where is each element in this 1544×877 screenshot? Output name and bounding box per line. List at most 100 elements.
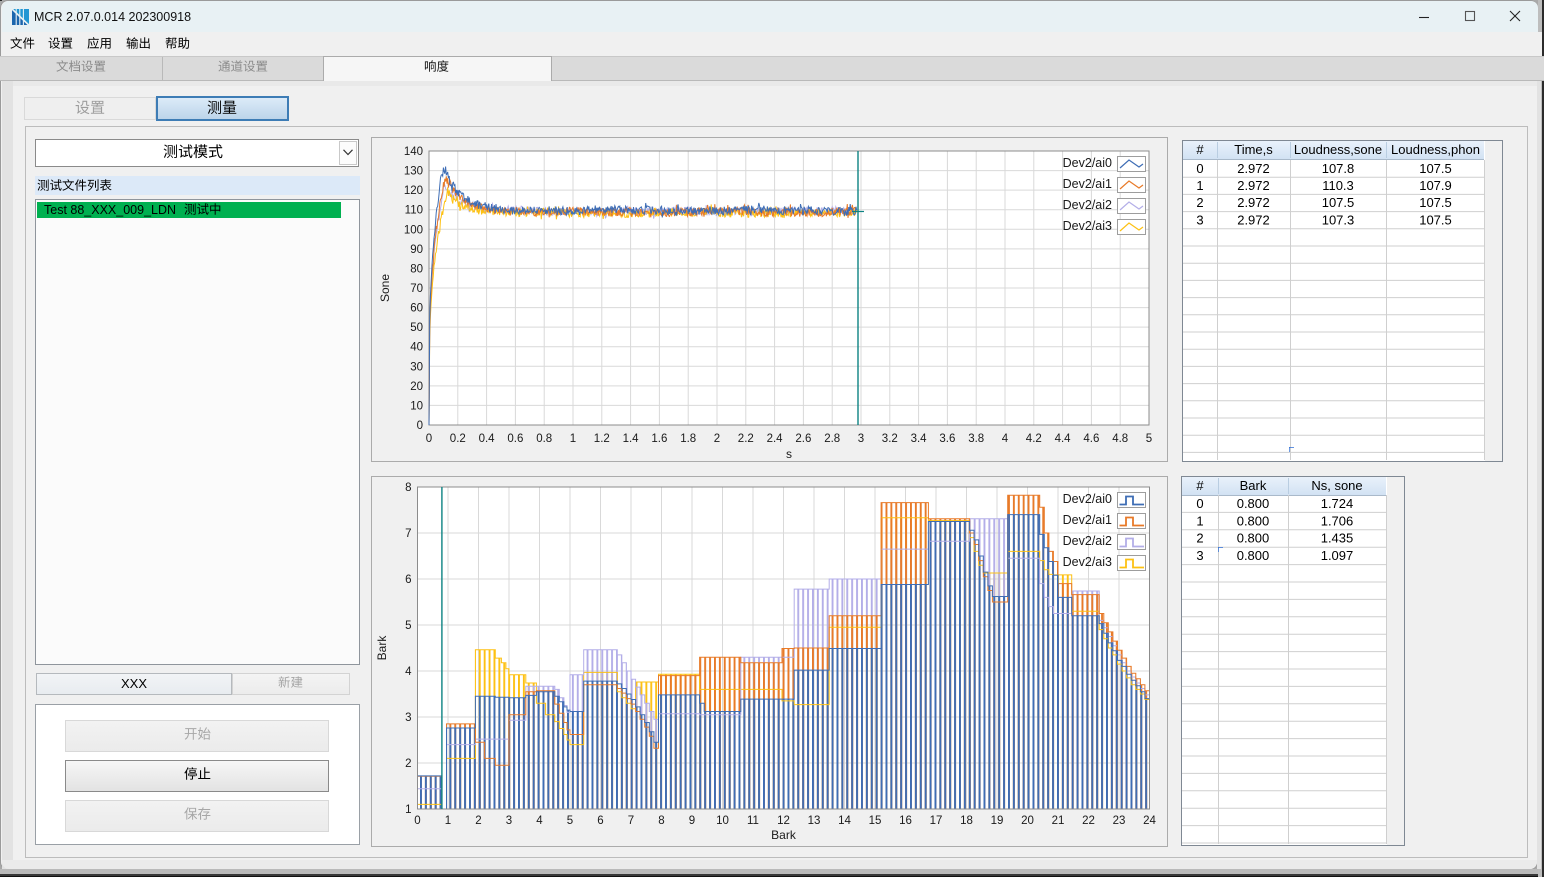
- svg-text:1.435: 1.435: [1321, 531, 1354, 546]
- svg-text:130: 130: [404, 166, 423, 178]
- svg-text:4.2: 4.2: [1026, 433, 1042, 445]
- svg-text:14: 14: [838, 815, 851, 827]
- svg-text:110: 110: [405, 205, 423, 217]
- svg-text:3: 3: [1196, 548, 1203, 563]
- svg-text:0.800: 0.800: [1237, 548, 1270, 563]
- svg-text:70: 70: [410, 283, 423, 295]
- svg-text:0.4: 0.4: [479, 433, 496, 445]
- svg-text:0: 0: [417, 420, 423, 432]
- svg-text:1.4: 1.4: [623, 433, 640, 445]
- svg-text:50: 50: [410, 322, 423, 334]
- svg-text:Ns, sone: Ns, sone: [1311, 478, 1362, 493]
- svg-text:2.972: 2.972: [1237, 212, 1270, 227]
- svg-text:2: 2: [714, 433, 720, 445]
- svg-text:4.4: 4.4: [1055, 433, 1072, 445]
- svg-text:18: 18: [960, 815, 973, 827]
- svg-text:Dev2/ai2: Dev2/ai2: [1063, 534, 1112, 548]
- svg-text:3: 3: [506, 815, 512, 827]
- svg-text:1.706: 1.706: [1321, 513, 1354, 528]
- svg-text:3.6: 3.6: [939, 433, 955, 445]
- svg-text:Bark: Bark: [1240, 478, 1267, 493]
- svg-text:Dev2/ai3: Dev2/ai3: [1063, 555, 1112, 569]
- svg-text:15: 15: [869, 815, 882, 827]
- svg-text:#: #: [1196, 142, 1204, 157]
- svg-text:24: 24: [1143, 815, 1156, 827]
- svg-text:11: 11: [747, 815, 759, 827]
- svg-text:1.2: 1.2: [594, 433, 610, 445]
- svg-text:10: 10: [410, 400, 423, 412]
- svg-text:3: 3: [1196, 212, 1203, 227]
- svg-text:1: 1: [405, 804, 411, 816]
- svg-text:8: 8: [405, 482, 411, 494]
- svg-text:140: 140: [404, 146, 423, 158]
- svg-text:120: 120: [404, 185, 423, 197]
- svg-text:0.800: 0.800: [1237, 513, 1270, 528]
- svg-text:Dev2/ai0: Dev2/ai0: [1063, 492, 1112, 506]
- svg-text:Loudness,phon: Loudness,phon: [1391, 142, 1480, 157]
- svg-text:0: 0: [1196, 496, 1203, 511]
- svg-text:#: #: [1196, 478, 1204, 493]
- svg-text:30: 30: [410, 361, 423, 373]
- svg-text:3.4: 3.4: [911, 433, 928, 445]
- svg-text:21: 21: [1052, 815, 1065, 827]
- svg-text:1: 1: [1196, 178, 1203, 193]
- svg-text:3.2: 3.2: [882, 433, 898, 445]
- svg-text:107.5: 107.5: [1419, 161, 1452, 176]
- svg-text:2.972: 2.972: [1237, 178, 1270, 193]
- svg-text:107.9: 107.9: [1419, 178, 1452, 193]
- svg-text:0.2: 0.2: [450, 433, 466, 445]
- svg-text:0: 0: [426, 433, 432, 445]
- svg-text:4: 4: [1002, 433, 1009, 445]
- svg-text:2.8: 2.8: [824, 433, 840, 445]
- svg-text:0.800: 0.800: [1237, 531, 1270, 546]
- svg-text:Loudness,sone: Loudness,sone: [1294, 142, 1382, 157]
- svg-text:7: 7: [405, 528, 411, 540]
- svg-text:2: 2: [475, 815, 481, 827]
- svg-text:90: 90: [410, 244, 423, 256]
- svg-text:4: 4: [536, 815, 543, 827]
- svg-text:19: 19: [991, 815, 1004, 827]
- svg-text:107.5: 107.5: [1322, 195, 1355, 210]
- svg-text:3: 3: [405, 712, 411, 724]
- svg-text:2.972: 2.972: [1237, 195, 1270, 210]
- svg-text:1: 1: [570, 433, 576, 445]
- svg-text:107.3: 107.3: [1322, 212, 1355, 227]
- svg-text:3: 3: [858, 433, 864, 445]
- svg-text:Dev2/ai1: Dev2/ai1: [1063, 177, 1112, 191]
- svg-text:Time,s: Time,s: [1234, 142, 1273, 157]
- svg-text:20: 20: [1021, 815, 1034, 827]
- svg-text:2.2: 2.2: [738, 433, 754, 445]
- svg-text:2.4: 2.4: [767, 433, 784, 445]
- svg-text:Bark: Bark: [375, 635, 389, 661]
- svg-text:3.8: 3.8: [968, 433, 984, 445]
- svg-text:16: 16: [899, 815, 912, 827]
- svg-text:6: 6: [597, 815, 603, 827]
- svg-text:2: 2: [1196, 195, 1203, 210]
- svg-text:40: 40: [410, 342, 423, 354]
- svg-text:1: 1: [445, 815, 451, 827]
- svg-text:4.6: 4.6: [1083, 433, 1099, 445]
- svg-text:9: 9: [689, 815, 695, 827]
- svg-text:8: 8: [658, 815, 664, 827]
- svg-text:2: 2: [405, 758, 411, 770]
- svg-text:22: 22: [1082, 815, 1095, 827]
- svg-text:100: 100: [404, 224, 423, 236]
- svg-text:2: 2: [1196, 531, 1203, 546]
- svg-text:107.5: 107.5: [1419, 212, 1452, 227]
- svg-text:23: 23: [1113, 815, 1126, 827]
- svg-text:4.8: 4.8: [1112, 433, 1128, 445]
- svg-text:Sone: Sone: [378, 274, 392, 302]
- svg-text:1.097: 1.097: [1321, 548, 1354, 563]
- svg-text:107.8: 107.8: [1322, 161, 1355, 176]
- svg-text:Dev2/ai3: Dev2/ai3: [1063, 219, 1112, 233]
- svg-text:5: 5: [1146, 433, 1152, 445]
- svg-text:1.724: 1.724: [1321, 496, 1354, 511]
- svg-text:1: 1: [1196, 513, 1203, 528]
- svg-text:0.800: 0.800: [1237, 496, 1270, 511]
- svg-text:7: 7: [628, 815, 634, 827]
- svg-text:4: 4: [405, 666, 412, 678]
- svg-text:13: 13: [808, 815, 821, 827]
- svg-text:1.8: 1.8: [680, 433, 696, 445]
- svg-text:20: 20: [410, 381, 423, 393]
- svg-text:Dev2/ai1: Dev2/ai1: [1063, 513, 1112, 527]
